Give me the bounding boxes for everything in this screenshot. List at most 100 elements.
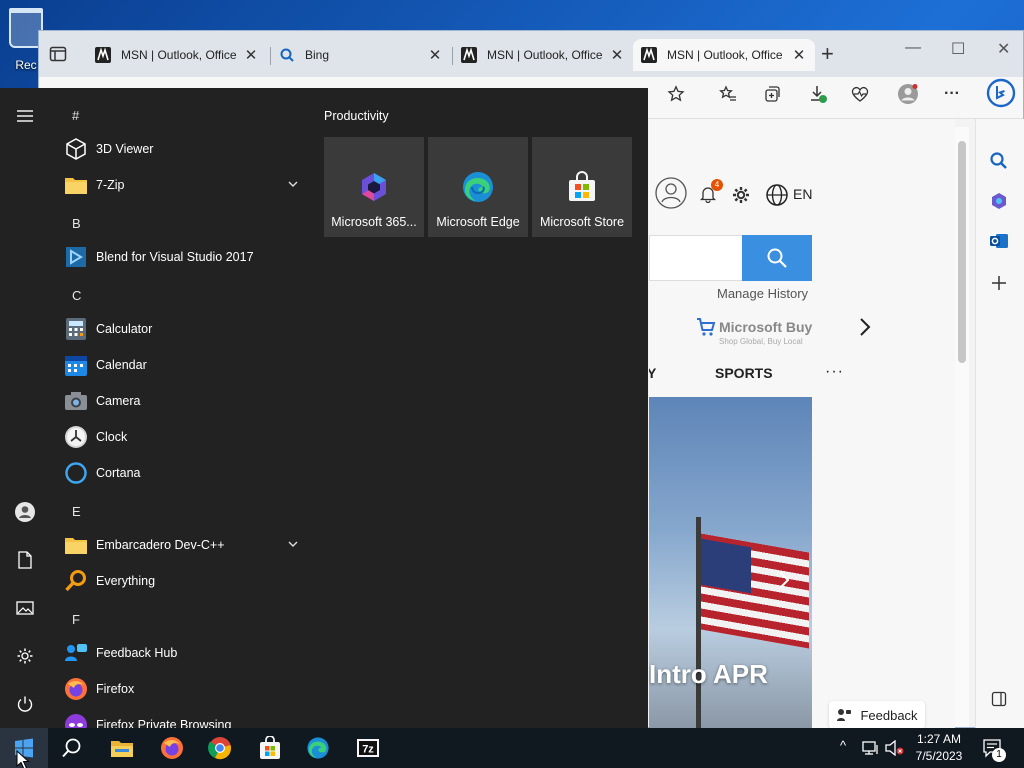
taskbar-7zip[interactable]: 7z (344, 728, 392, 768)
user-account-icon[interactable] (13, 500, 37, 524)
tab-label: MSN | Outlook, Office (487, 48, 603, 62)
taskbar-chrome[interactable] (196, 728, 244, 768)
tab-close-icon[interactable]: ✕ (243, 46, 259, 64)
performance-icon[interactable] (847, 81, 873, 107)
feedback-button[interactable]: Feedback (829, 701, 925, 729)
calendar-icon (64, 353, 88, 377)
settings-more-icon[interactable]: ··· (939, 81, 965, 107)
tab-bing[interactable]: Bing ✕ (271, 39, 451, 71)
taskbar-file-explorer[interactable] (98, 728, 146, 768)
firefox-private-icon (64, 713, 88, 728)
firefox-icon (161, 737, 183, 759)
camera-icon (64, 389, 88, 413)
section-header-e[interactable]: E (72, 504, 81, 519)
app-label: Blend for Visual Studio 2017 (96, 250, 254, 264)
app-camera[interactable]: Camera (64, 383, 304, 419)
collections-icon[interactable] (759, 81, 785, 107)
account-icon[interactable] (655, 177, 687, 212)
msn-icon (641, 47, 657, 63)
section-header-b[interactable]: B (72, 216, 81, 231)
network-icon[interactable] (862, 740, 880, 759)
close-window-button[interactable]: ✕ (997, 39, 1010, 59)
msn-icon (461, 47, 477, 63)
pictures-icon[interactable] (13, 596, 37, 620)
taskbar-store[interactable] (246, 728, 294, 768)
app-label: 7-Zip (96, 178, 125, 192)
tile-microsoft-store[interactable]: Microsoft Store (532, 137, 632, 237)
new-tab-button[interactable]: + (821, 43, 834, 65)
app-firefox[interactable]: Firefox (64, 671, 304, 707)
documents-icon[interactable] (13, 548, 37, 572)
app-calendar[interactable]: Calendar (64, 347, 304, 383)
nav-item-partial[interactable]: Y (649, 365, 656, 381)
language-globe-icon[interactable] (765, 183, 789, 210)
favorites-icon[interactable] (715, 81, 741, 107)
app-everything[interactable]: Everything (64, 563, 304, 599)
section-header-hash[interactable]: # (72, 108, 79, 123)
app-7-zip[interactable]: 7-Zip (64, 167, 304, 203)
taskbar-search-button[interactable] (48, 728, 96, 768)
tab-msn-1[interactable]: MSN | Outlook, Office ✕ (87, 39, 267, 71)
gear-icon[interactable] (731, 185, 751, 208)
language-label[interactable]: EN (793, 186, 812, 202)
magnifier-icon (64, 569, 88, 593)
app-embarcadero[interactable]: Embarcadero Dev-C++ (64, 527, 304, 563)
msn-search-input[interactable] (649, 235, 742, 281)
app-calculator[interactable]: Calculator (64, 311, 304, 347)
app-feedback-hub[interactable]: Feedback Hub (64, 635, 304, 671)
taskbar-firefox[interactable] (148, 728, 196, 768)
chevron-right-icon[interactable] (859, 317, 871, 340)
tab-actions-icon[interactable] (49, 45, 71, 65)
hamburger-menu-icon[interactable] (13, 104, 37, 128)
nav-more-icon[interactable]: ··· (825, 363, 844, 381)
add-sidebar-app-icon[interactable] (990, 274, 1008, 296)
power-icon[interactable] (13, 692, 37, 716)
taskbar-clock[interactable]: 1:27 AM 7/5/2023 (906, 731, 972, 765)
svg-text:7z: 7z (362, 744, 374, 756)
page-scrollbar[interactable] (955, 127, 969, 727)
manage-history-link[interactable]: Manage History (717, 286, 808, 301)
app-clock[interactable]: Clock (64, 419, 304, 455)
microsoft-buy-label[interactable]: Microsoft Buy (719, 319, 812, 335)
tab-close-icon[interactable]: ✕ (427, 46, 443, 64)
downloads-icon[interactable] (805, 81, 831, 107)
notification-badge: 4 (711, 179, 723, 191)
volume-muted-icon[interactable] (884, 739, 904, 759)
section-header-f[interactable]: F (72, 612, 80, 627)
outlook-icon[interactable] (989, 231, 1009, 254)
tab-msn-2[interactable]: MSN | Outlook, Office ✕ (453, 39, 633, 71)
feedback-label: Feedback (860, 707, 918, 723)
msn-search-button[interactable] (742, 235, 812, 281)
section-header-c[interactable]: C (72, 288, 81, 303)
sidebar-layout-icon[interactable] (991, 691, 1007, 710)
hero-title[interactable]: Intro APR (649, 659, 768, 690)
favorite-star-icon[interactable] (663, 81, 689, 107)
profile-avatar-icon[interactable] (895, 81, 921, 107)
chevron-down-icon[interactable] (288, 177, 298, 191)
tab-msn-active[interactable]: MSN | Outlook, Office ✕ (633, 39, 815, 71)
tile-group-title[interactable]: Productivity (324, 109, 389, 123)
app-blend[interactable]: Blend for Visual Studio 2017 (64, 239, 304, 275)
maximize-button[interactable]: ☐ (951, 39, 965, 59)
app-firefox-private[interactable]: Firefox Private Browsing (64, 707, 304, 728)
app-label: Firefox Private Browsing (96, 718, 232, 728)
tile-microsoft-edge[interactable]: Microsoft Edge (428, 137, 528, 237)
taskbar-edge[interactable] (294, 728, 342, 768)
chevron-down-icon[interactable] (288, 537, 298, 551)
tray-overflow-icon[interactable]: ^ (840, 738, 846, 753)
copilot-icon[interactable] (989, 191, 1009, 214)
clock-time: 1:27 AM (916, 732, 962, 746)
settings-gear-icon[interactable] (13, 644, 37, 668)
tile-microsoft-365[interactable]: Microsoft 365... (324, 137, 424, 237)
bing-chat-icon[interactable] (985, 77, 1017, 109)
search-icon[interactable] (989, 151, 1009, 174)
minimize-button[interactable]: — (905, 39, 921, 57)
clock-date: 7/5/2023 (915, 749, 963, 763)
nav-item-sports[interactable]: SPORTS (715, 365, 773, 381)
carousel-next-icon[interactable] (777, 569, 791, 594)
scrollbar-thumb[interactable] (958, 141, 966, 363)
tab-close-icon[interactable]: ✕ (609, 46, 625, 64)
tab-close-icon[interactable]: ✕ (791, 46, 807, 64)
app-cortana[interactable]: Cortana (64, 455, 304, 491)
app-3d-viewer[interactable]: 3D Viewer (64, 131, 304, 167)
